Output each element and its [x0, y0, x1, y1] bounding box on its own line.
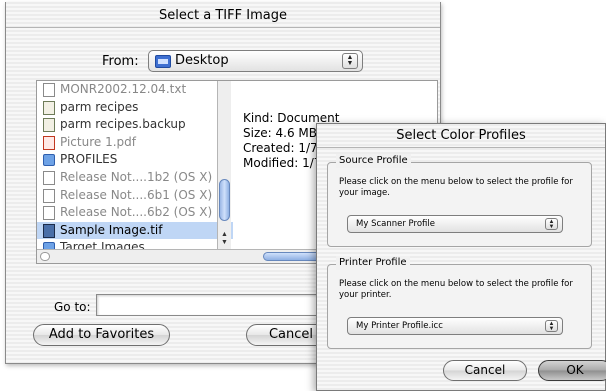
- desktop-folder-icon: [155, 55, 171, 68]
- dialog-title: Select a TIFF Image: [6, 2, 440, 28]
- file-name: Release Not....1b2 (OS X): [60, 169, 213, 184]
- popup-arrows-icon: ▲ ▼: [545, 320, 558, 332]
- image-icon: [43, 223, 55, 238]
- dialog-title: Select Color Profiles: [317, 124, 605, 148]
- select-color-profiles-dialog: Select Color Profiles Source Profile Ple…: [316, 123, 606, 391]
- printer-profile-value: My Printer Profile.icc: [356, 321, 443, 331]
- folder-icon: [43, 154, 55, 167]
- file-list-item[interactable]: Picture 1.pdf: [37, 134, 233, 152]
- printer-profile-group: Printer Profile Please click on the menu…: [327, 256, 592, 349]
- doc-icon: [43, 170, 55, 185]
- popup-arrows-icon: ▲ ▼: [545, 218, 558, 230]
- printer-profile-title: Printer Profile: [336, 256, 410, 270]
- scroll-arrows-icon[interactable]: ▲ ▼: [219, 231, 230, 247]
- file-list-item[interactable]: parm recipes: [37, 99, 233, 117]
- goto-label: Go to:: [54, 300, 91, 314]
- file-list-scrollbar[interactable]: ▲ ▼: [217, 81, 231, 249]
- source-profile-instructions: Please click on the menu below to select…: [339, 177, 573, 198]
- profiles-cancel-button[interactable]: Cancel: [443, 360, 527, 381]
- pdf-icon: [43, 135, 55, 150]
- file-list-item[interactable]: parm recipes.backup: [37, 116, 233, 134]
- from-location-popup[interactable]: Desktop ▲ ▼: [148, 50, 363, 72]
- file-list-item[interactable]: Target Images▶: [37, 239, 233, 249]
- file-list: MONR2002.12.04.txt parm recipes parm recip…: [37, 81, 233, 249]
- ok-button[interactable]: OK: [538, 360, 606, 381]
- add-to-favorites-button[interactable]: Add to Favorites: [33, 324, 170, 346]
- file-name: Target Images: [60, 240, 145, 249]
- file-name: parm recipes: [60, 99, 139, 114]
- text-doc-icon: [43, 83, 55, 97]
- file-name: parm recipes.backup: [60, 117, 186, 132]
- source-profile-value: My Scanner Profile: [356, 219, 435, 229]
- folder-icon: [43, 242, 55, 249]
- file-name: Release Not....6b2 (OS X): [60, 205, 213, 220]
- recipe-doc-icon: [43, 100, 55, 115]
- file-list-item[interactable]: Release Not....1b2 (OS X): [37, 169, 233, 187]
- scroll-left-cap[interactable]: [40, 252, 50, 261]
- from-label: From:: [102, 54, 139, 69]
- source-profile-group: Source Profile Please click on the menu …: [327, 154, 592, 247]
- file-list-item[interactable]: MONR2002.12.04.txt: [37, 81, 233, 99]
- file-name: Sample Image.tif: [60, 222, 163, 237]
- file-name: Picture 1.pdf: [60, 134, 136, 149]
- popup-arrows-icon: ▲ ▼: [342, 53, 358, 69]
- scroll-thumb[interactable]: [219, 179, 230, 221]
- file-name: PROFILES: [60, 152, 118, 167]
- doc-icon: [43, 206, 55, 221]
- file-list-item[interactable]: Sample Image.tif: [37, 221, 233, 240]
- file-list-item[interactable]: PROFILES▶: [37, 151, 233, 169]
- printer-profile-popup[interactable]: My Printer Profile.icc ▲ ▼: [347, 317, 563, 335]
- source-profile-popup[interactable]: My Scanner Profile ▲ ▼: [347, 215, 563, 233]
- printer-profile-instructions: Please click on the menu below to select…: [339, 279, 573, 300]
- source-profile-title: Source Profile: [336, 154, 411, 168]
- file-list-item[interactable]: Release Not....6b2 (OS X): [37, 204, 233, 222]
- file-name: Release Not....6b1 (OS X): [60, 187, 213, 202]
- from-location-value: Desktop: [175, 53, 229, 68]
- doc-icon: [43, 188, 55, 203]
- file-name: MONR2002.12.04.txt: [60, 82, 187, 96]
- file-list-item[interactable]: Release Not....6b1 (OS X): [37, 187, 233, 205]
- recipe-doc-icon: [43, 118, 55, 133]
